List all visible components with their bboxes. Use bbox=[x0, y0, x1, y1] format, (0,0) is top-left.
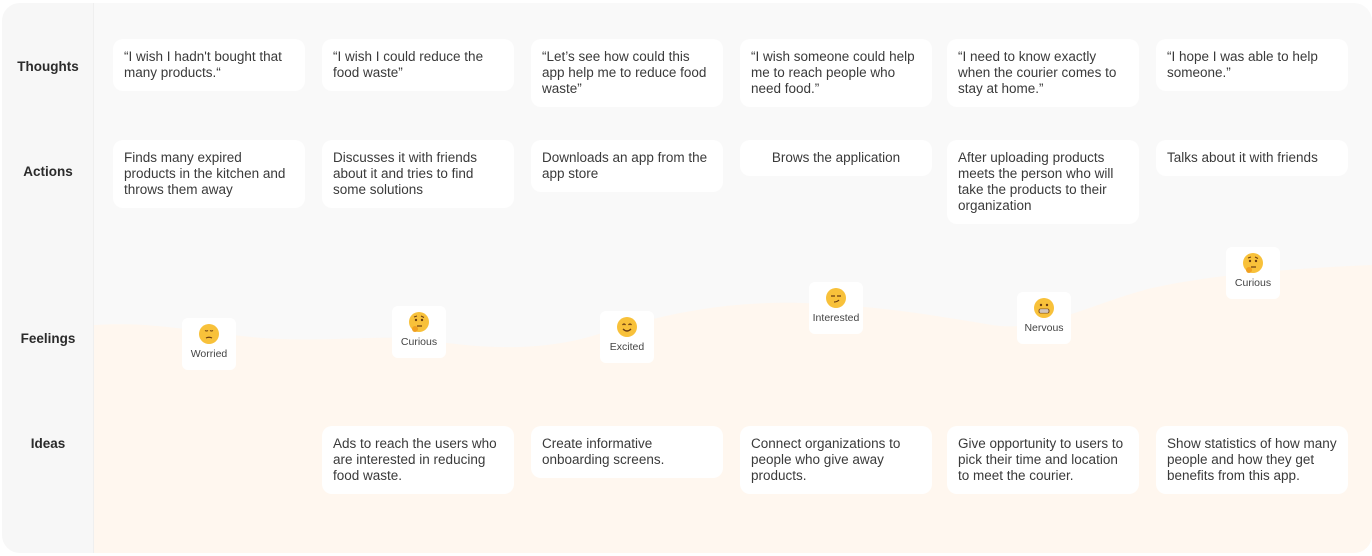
feeling-label: Curious bbox=[1234, 277, 1272, 289]
feeling-label: Worried bbox=[190, 348, 228, 360]
smiling-face-icon bbox=[617, 317, 637, 337]
journey-map: Thoughts Actions Feelings Ideas “I wish … bbox=[2, 3, 1372, 553]
feeling-card: Curious bbox=[1226, 247, 1280, 299]
feeling-card: Nervous bbox=[1017, 292, 1071, 344]
feeling-card: Interested bbox=[809, 282, 863, 334]
row-label-actions: Actions bbox=[23, 164, 73, 179]
thought-card: “I wish I hadn't bought that many produc… bbox=[113, 39, 305, 91]
thought-card: “I wish I could reduce the food waste” bbox=[322, 39, 514, 91]
action-card: Brows the application bbox=[740, 140, 932, 176]
thought-card: “I hope I was able to help someone.” bbox=[1156, 39, 1348, 91]
feelings-curve-area bbox=[94, 265, 1372, 553]
row-label-ideas: Ideas bbox=[30, 436, 66, 451]
feeling-label: Curious bbox=[400, 336, 438, 348]
pensive-face-icon bbox=[199, 324, 219, 344]
feeling-label: Interested bbox=[812, 312, 860, 324]
thinking-face-icon bbox=[1243, 253, 1263, 273]
thought-card: “I need to know exactly when the courier… bbox=[947, 39, 1139, 107]
row-label-feelings: Feelings bbox=[20, 331, 76, 346]
grimacing-face-icon bbox=[1034, 298, 1054, 318]
smirking-face-icon bbox=[826, 288, 846, 308]
thinking-face-icon bbox=[409, 312, 429, 332]
row-label-thoughts: Thoughts bbox=[17, 59, 79, 74]
action-card: After uploading products meets the perso… bbox=[947, 140, 1139, 224]
action-card: Talks about it with friends bbox=[1156, 140, 1348, 176]
action-card: Downloads an app from the app store bbox=[531, 140, 723, 192]
thought-card: “Let’s see how could this app help me to… bbox=[531, 39, 723, 107]
feeling-card: Excited bbox=[600, 311, 654, 363]
idea-card: Connect organizations to people who give… bbox=[740, 426, 932, 494]
feeling-label: Nervous bbox=[1024, 322, 1064, 334]
feeling-card: Curious bbox=[392, 306, 446, 358]
row-labels: Thoughts Actions Feelings Ideas bbox=[2, 3, 94, 553]
idea-card: Ads to reach the users who are intereste… bbox=[322, 426, 514, 494]
idea-card: Show statistics of how many people and h… bbox=[1156, 426, 1348, 494]
idea-card: Give opportunity to users to pick their … bbox=[947, 426, 1139, 494]
idea-card: Create informative onboarding screens. bbox=[531, 426, 723, 478]
action-card: Finds many expired products in the kitch… bbox=[113, 140, 305, 208]
feeling-card: Worried bbox=[182, 318, 236, 370]
action-card: Discusses it with friends about it and t… bbox=[322, 140, 514, 208]
thought-card: “I wish someone could help me to reach p… bbox=[740, 39, 932, 107]
feeling-label: Excited bbox=[609, 341, 645, 353]
